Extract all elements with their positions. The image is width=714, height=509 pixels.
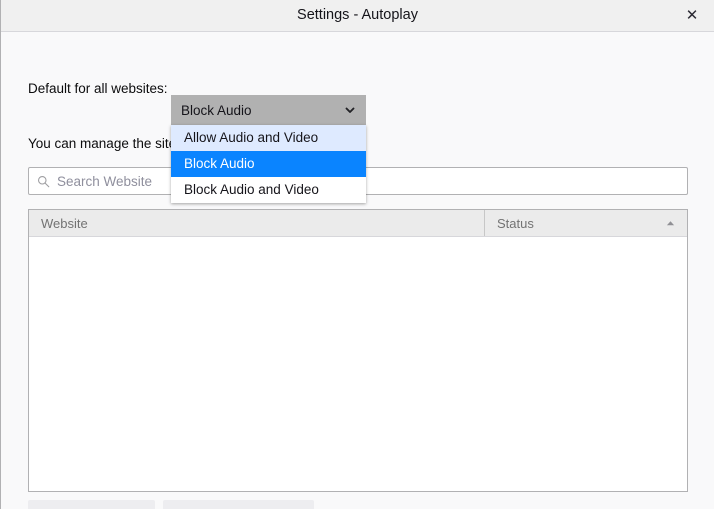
remove-website-button[interactable]: Remove Website	[28, 500, 155, 509]
column-header-status[interactable]: Status	[484, 210, 687, 236]
footer-actions: Remove Website Remove All Websites	[28, 500, 314, 509]
sort-ascending-icon	[666, 220, 675, 225]
select-option-allow-audio-and-video[interactable]: Allow Audio and Video	[171, 125, 366, 151]
column-header-status-label: Status	[497, 215, 534, 231]
window-title: Settings - Autoplay	[297, 7, 418, 23]
select-selected-value: Block Audio	[181, 102, 252, 118]
default-setting-row: Default for all websites:	[28, 73, 168, 103]
select-option-block-audio[interactable]: Block Audio	[171, 151, 366, 177]
default-autoplay-select[interactable]: Block Audio Allow Audio and Video Block …	[171, 95, 366, 203]
default-setting-label: Default for all websites:	[28, 80, 168, 96]
chevron-down-icon	[345, 107, 355, 113]
table-body	[29, 237, 687, 491]
column-header-website[interactable]: Website	[29, 210, 484, 236]
websites-table: Website Status	[28, 209, 688, 492]
dialog-content: Default for all websites: You can manage…	[1, 32, 714, 509]
search-icon	[38, 175, 50, 187]
select-button[interactable]: Block Audio	[171, 95, 366, 125]
select-options-popup: Allow Audio and Video Block Audio Block …	[171, 125, 366, 203]
table-header-row: Website Status	[29, 210, 687, 237]
close-button[interactable]: ✕	[670, 0, 714, 31]
search-input[interactable]	[57, 173, 679, 189]
titlebar: Settings - Autoplay ✕	[1, 0, 714, 32]
column-header-website-label: Website	[41, 215, 88, 231]
select-option-block-audio-and-video[interactable]: Block Audio and Video	[171, 177, 366, 203]
settings-autoplay-dialog: Settings - Autoplay ✕ Default for all we…	[0, 0, 714, 509]
remove-all-websites-button[interactable]: Remove All Websites	[162, 500, 314, 509]
close-icon: ✕	[685, 6, 699, 24]
